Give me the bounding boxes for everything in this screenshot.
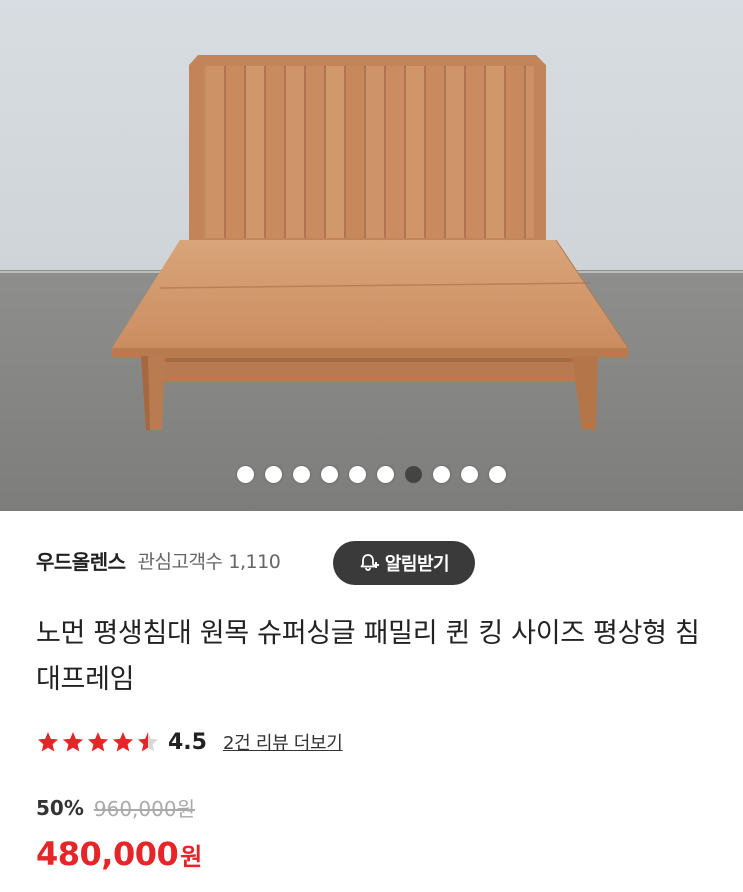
rating-value: 4.5 [168,729,207,755]
fans-count: 관심고객수 1,110 [138,547,281,574]
carousel-dot[interactable] [237,465,254,483]
carousel-dot[interactable] [293,465,310,483]
price-currency: 원 [180,843,203,871]
carousel-dot[interactable] [433,465,450,483]
star-full-icon [62,732,84,752]
carousel-dot[interactable] [321,465,338,483]
bed-frame-image [0,0,743,511]
product-info: 우드올렌스 관심고객수 1,110 알림받기 노먼 평생침대 원목 슈퍼싱글 패밀… [0,511,743,892]
rating-stars [36,730,160,754]
carousel-indicator [0,464,743,484]
price-row: 480,000 원 [36,835,202,873]
star-full-icon [37,732,59,752]
product-title: 노먼 평생침대 원목 슈퍼싱글 패밀리 퀸 킹 사이즈 평상형 침대프레임 [36,618,700,695]
carousel-dot[interactable] [349,465,366,483]
original-price: 960,000원 [93,797,195,821]
alarm-subscribe-button[interactable]: 알림받기 [333,541,475,585]
carousel-dot[interactable] [489,465,506,483]
product-image-carousel[interactable] [0,0,743,511]
rating-row: 4.5 2건 리뷰 더보기 [36,727,343,757]
carousel-dot[interactable] [377,465,394,483]
sale-price: 480,000 [36,835,179,873]
discount-rate: 50% [36,795,84,820]
discount-row: 50% 960,000원 [36,793,195,822]
fans-value: 1,110 [228,550,281,573]
star-half-icon [137,732,159,752]
alarm-button-label: 알림받기 [384,554,450,575]
product-page: 우드올렌스 관심고객수 1,110 알림받기 노먼 평생침대 원목 슈퍼싱글 패밀… [0,0,743,892]
bell-plus-icon [360,554,379,571]
fans-label: 관심고객수 [137,550,223,573]
star-full-icon [87,732,109,752]
star-full-icon [112,732,134,752]
carousel-dot[interactable] [461,465,478,483]
seller-name[interactable]: 우드올렌스 [36,546,126,575]
review-more-link[interactable]: 2건 리뷰 더보기 [223,729,343,755]
carousel-dot[interactable] [405,465,422,483]
seller-info: 우드올렌스 관심고객수 1,110 [36,540,281,580]
carousel-dot[interactable] [265,465,282,483]
